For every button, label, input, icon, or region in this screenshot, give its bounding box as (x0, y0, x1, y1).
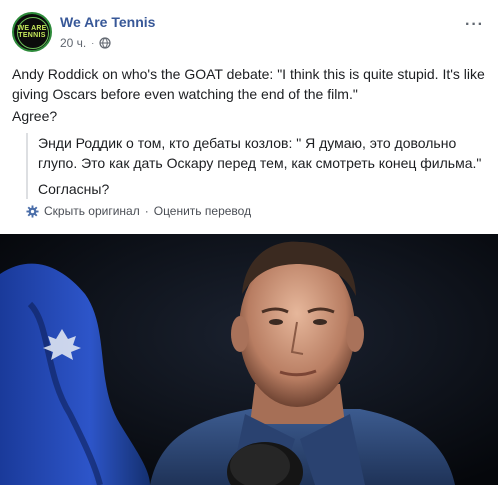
actions-separator: · (144, 204, 149, 218)
hide-original-link[interactable]: Скрыть оригинал (44, 204, 140, 218)
meta-separator: · (91, 38, 95, 48)
translation-block: Энди Роддик о том, кто дебаты козлов: " … (26, 133, 486, 199)
post-body: Andy Roddick on who's the GOAT debate: "… (12, 64, 486, 126)
photo-illustration (0, 234, 498, 485)
avatar-text-line1: WE ARE (17, 24, 47, 32)
post-question: Agree? (12, 108, 58, 124)
translation-actions: Скрыть оригинал · Оценить перевод (26, 204, 251, 218)
post-photo[interactable] (0, 234, 498, 485)
post-timestamp[interactable]: 20 ч. (60, 36, 86, 50)
post-header: WE ARE TENNIS We Are Tennis 20 ч. · ··· (12, 12, 486, 54)
more-options-icon[interactable]: ··· (465, 16, 484, 34)
translation-question: Согласны? (38, 181, 110, 197)
globe-icon[interactable] (99, 37, 111, 49)
avatar-text-line2: TENNIS (18, 31, 46, 39)
post-text: Andy Roddick on who's the GOAT debate: "… (12, 66, 485, 102)
rate-translation-link[interactable]: Оценить перевод (154, 204, 251, 218)
gear-icon[interactable] (26, 204, 39, 218)
page-avatar[interactable]: WE ARE TENNIS (12, 12, 52, 52)
page-name-link[interactable]: We Are Tennis (60, 14, 155, 30)
post-meta: 20 ч. · (60, 36, 111, 50)
translation-text: Энди Роддик о том, кто дебаты козлов: " … (38, 135, 482, 171)
